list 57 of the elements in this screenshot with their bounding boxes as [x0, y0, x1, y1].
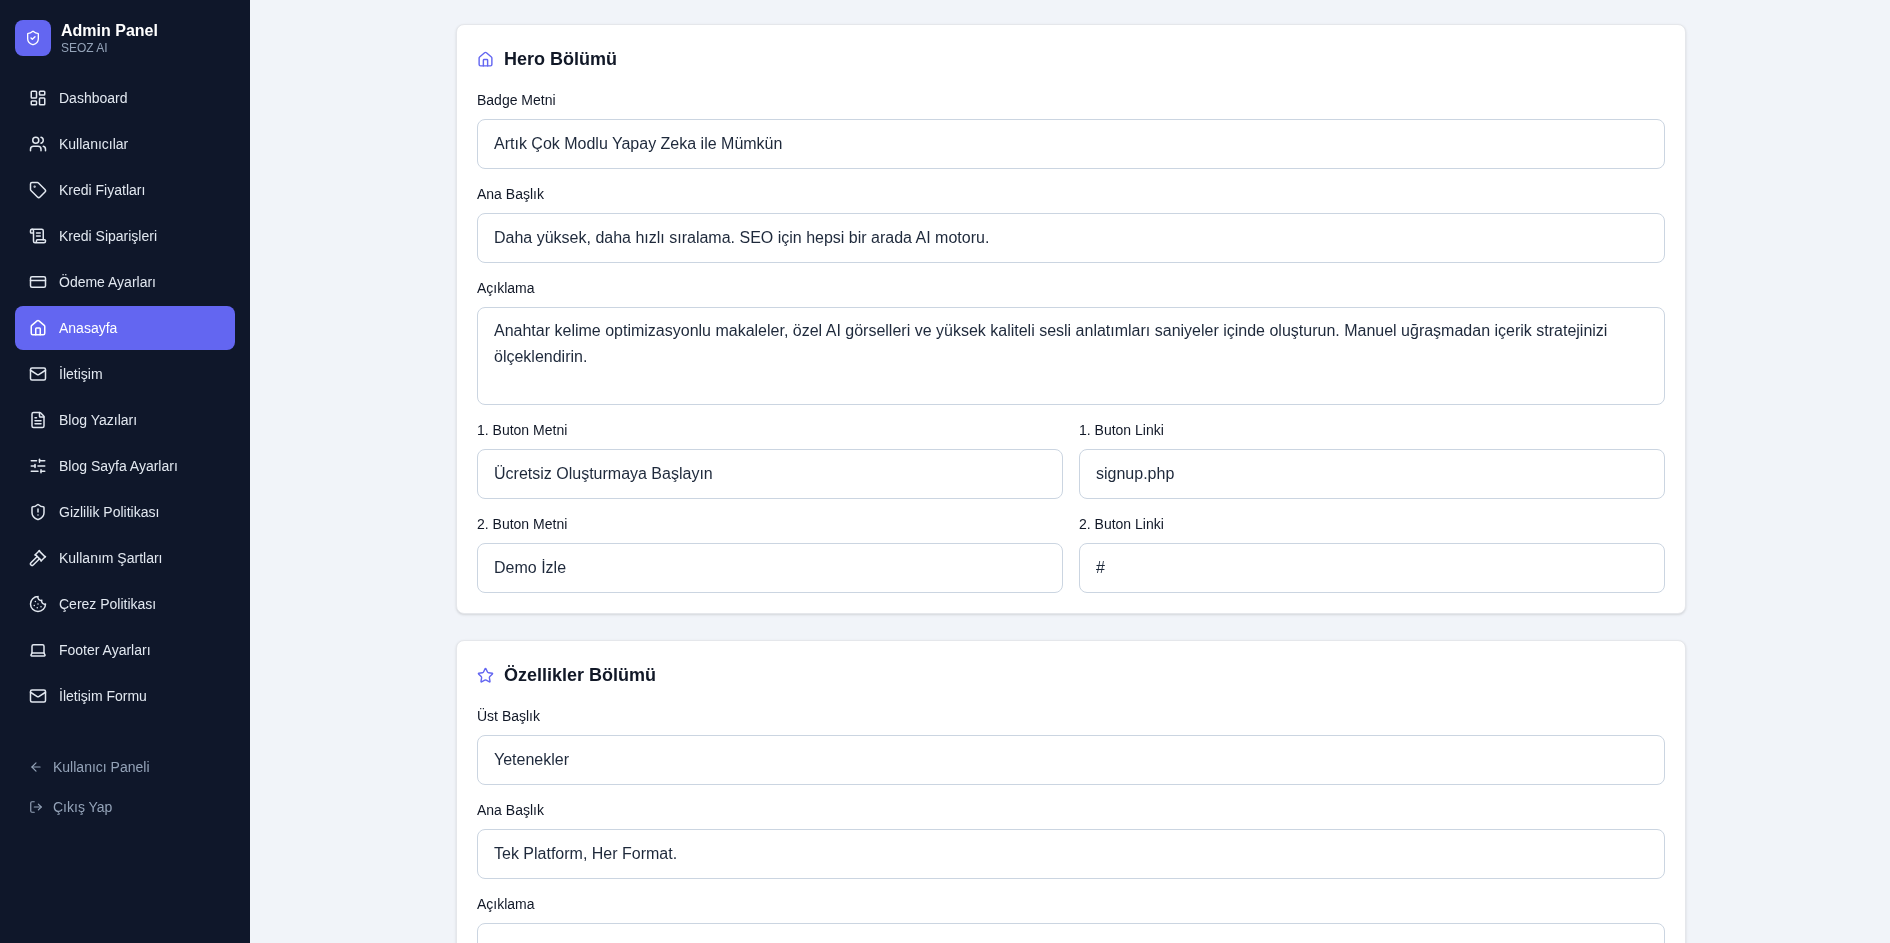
envelope-icon	[29, 365, 47, 383]
sidebar-nav-item[interactable]: Anasayfa	[15, 306, 235, 350]
logout-icon	[29, 800, 43, 814]
field-label: 1. Buton Metni	[477, 421, 569, 439]
field-label: Üst Başlık	[477, 707, 541, 725]
credit-card-icon	[29, 273, 47, 291]
field-label: Ana Başlık	[477, 801, 545, 819]
text-input-field[interactable]: Tek Platform, Her Format.	[477, 829, 1665, 879]
field-label: 2. Buton Linki	[1079, 515, 1165, 533]
field-label: Açıklama	[477, 895, 536, 913]
field-label: Açıklama	[477, 279, 536, 297]
sidebar-nav-item[interactable]: Gizlilik Politikası	[15, 490, 235, 534]
text-input-field[interactable]: Yetenekler	[477, 735, 1665, 785]
tag-icon	[29, 181, 47, 199]
house-icon	[29, 319, 47, 337]
house-icon	[477, 50, 494, 68]
field-label: Badge Metni	[477, 91, 557, 109]
text-input-field[interactable]: #	[1079, 543, 1665, 593]
section-title: Hero Bölümü	[504, 47, 617, 71]
text-input-field[interactable]: Demo İzle	[477, 543, 1063, 593]
sidebar-nav-item[interactable]: Dashboard	[15, 76, 235, 120]
sidebar-nav-item[interactable]: Blog Sayfa Ayarları	[15, 444, 235, 488]
receipt-icon	[29, 227, 47, 245]
shield-icon	[29, 503, 47, 521]
text-input-field[interactable]: signup.php	[1079, 449, 1665, 499]
sidebar-nav-item[interactable]: Blog Yazıları	[15, 398, 235, 442]
field-label: Ana Başlık	[477, 185, 545, 203]
sidebar-nav-item[interactable]: Çerez Politikası	[15, 582, 235, 626]
sidebar-nav-item[interactable]: Kullanıcılar	[15, 122, 235, 166]
sidebar-nav-item[interactable]: İletişim	[15, 352, 235, 396]
envelope-icon	[29, 687, 47, 705]
sidebar-footer-link[interactable]: Kullanıcı Paneli	[29, 750, 221, 784]
field-label: 2. Buton Metni	[477, 515, 569, 533]
shield-icon	[25, 30, 41, 46]
sliders-icon	[29, 457, 47, 475]
sidebar-nav-item[interactable]: Ödeme Ayarları	[15, 260, 235, 304]
sidebar-nav-item[interactable]: Kredi Siparişleri	[15, 214, 235, 258]
sidebar-footer-link[interactable]: Çıkış Yap	[29, 790, 221, 824]
text-input-field[interactable]: Ücretsiz Oluşturmaya Başlayın	[477, 449, 1063, 499]
field-label: 1. Buton Linki	[1079, 421, 1165, 439]
text-input-field[interactable]: Artık Çok Modlu Yapay Zeka ile Mümkün	[477, 119, 1665, 169]
document-icon	[29, 411, 47, 429]
star-icon	[477, 666, 494, 684]
sidebar-nav-item[interactable]: Kullanım Şartları	[15, 536, 235, 580]
sidebar-nav-item[interactable]: İletişim Formu	[15, 674, 235, 718]
textarea-field[interactable]: Anahtar kelime optimizasyonlu makaleler, özel AI görselleri ve yüksek kaliteli sesli anlatımları saniyeler içinde oluşturun. Manuel uğraşmadan içerik stratejinizi ölçeklendirin.	[477, 307, 1665, 405]
sidebar-nav-item[interactable]: Kredi Fiyatları	[15, 168, 235, 212]
users-icon	[29, 135, 47, 153]
laptop-icon	[29, 641, 47, 659]
dashboard-grid-icon	[29, 89, 47, 107]
section-title: Özellikler Bölümü	[504, 663, 657, 687]
text-input-field[interactable]: Daha yüksek, daha hızlı sıralama. SEO için hepsi bir arada AI motoru.	[477, 213, 1665, 263]
brand-title: Admin Panel	[61, 20, 158, 41]
brand-subtitle: SEOZ AI	[61, 40, 109, 56]
sidebar-nav-item[interactable]: Footer Ayarları	[15, 628, 235, 672]
cookie-icon	[29, 595, 47, 613]
gavel-icon	[29, 549, 47, 567]
